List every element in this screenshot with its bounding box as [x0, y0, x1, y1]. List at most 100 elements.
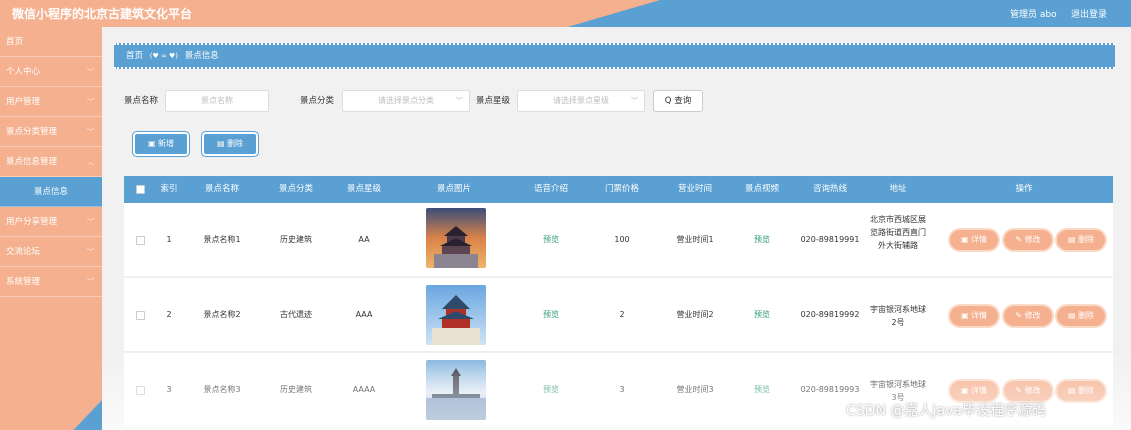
- sidebar-item-label: 系统管理: [6, 277, 41, 287]
- edit-button[interactable]: ✎ 修改: [1004, 381, 1052, 401]
- delete-label: 删除: [1078, 386, 1095, 395]
- sidebar-item-label: 景点信息管理: [6, 157, 58, 167]
- name-label: 景点名称: [124, 96, 159, 106]
- sidebar-item-attraction-info[interactable]: 景点信息: [0, 177, 102, 207]
- col-video: 景点视频: [744, 184, 779, 194]
- delete-button[interactable]: ▤ 删除: [204, 134, 256, 154]
- row-delete-button[interactable]: ▤ 删除: [1057, 306, 1105, 326]
- delete-label: 删除: [1078, 235, 1095, 244]
- breadcrumb-current: 景点信息: [184, 51, 219, 61]
- sidebar-item-personal-center[interactable]: 个人中心 ﹀: [0, 57, 102, 87]
- name-search-input[interactable]: 景点名称: [165, 90, 269, 112]
- audio-preview-link[interactable]: 预览: [521, 385, 581, 395]
- row-checkbox[interactable]: [136, 236, 145, 245]
- breadcrumb: 首页 (♥ ∞ ♥) 景点信息: [114, 43, 1115, 69]
- row-checkbox[interactable]: [136, 311, 145, 320]
- sidebar-item-label: 个人中心: [6, 67, 41, 77]
- attraction-table: 索引 景点名称 景点分类 景点星级 景点图片 语音介绍 门票价格 营业时间 景点…: [124, 176, 1113, 427]
- detail-icon: ▣: [960, 235, 969, 244]
- detail-icon: ▣: [960, 311, 969, 320]
- heart-separator-icon: (♥ ∞ ♥): [149, 52, 179, 60]
- row-delete-button[interactable]: ▤ 删除: [1057, 381, 1105, 401]
- name-placeholder: 景点名称: [201, 96, 233, 105]
- logout-link[interactable]: 退出登录: [1071, 7, 1107, 20]
- sidebar-item-label: 交流论坛: [6, 247, 41, 257]
- cell-hours: 营业时间3: [676, 385, 714, 394]
- col-hours: 营业时间: [677, 184, 712, 194]
- top-header: 微信小程序的北京古建筑文化平台 管理员 abo 退出登录: [0, 0, 1131, 27]
- chevron-down-icon: ﹀: [87, 278, 94, 286]
- category-select[interactable]: 请选择景点分类 ﹀: [342, 90, 470, 112]
- sidebar-item-attraction-management[interactable]: 景点信息管理 ︿: [0, 147, 102, 177]
- main-content: 首页 (♥ ∞ ♥) 景点信息 景点名称 景点名称 景点分类 请选择景点分类 ﹀ …: [102, 27, 1131, 430]
- add-button[interactable]: ▣ 新增: [135, 134, 187, 154]
- video-preview-link[interactable]: 预览: [732, 310, 792, 320]
- detail-button[interactable]: ▣ 详情: [950, 381, 998, 401]
- chevron-down-icon: ﹀: [87, 128, 94, 136]
- edit-button[interactable]: ✎ 修改: [1004, 230, 1052, 250]
- cell-index: 2: [166, 310, 172, 319]
- select-all-checkbox[interactable]: [136, 185, 145, 194]
- cell-rating: AA: [358, 235, 370, 244]
- sidebar-item-system[interactable]: 系统管理 ﹀: [0, 267, 102, 297]
- add-label: 新增: [158, 139, 175, 148]
- cell-address: 北京市西城区展览路街道西直门外大街辅路: [870, 215, 926, 250]
- cell-address: 宇宙银河系地球2号: [870, 305, 926, 327]
- attraction-image: [426, 360, 486, 420]
- query-button[interactable]: Q 查询: [653, 90, 703, 112]
- sidebar-item-user-share[interactable]: 用户分享管理 ﹀: [0, 207, 102, 237]
- sidebar-item-label: 首页: [6, 37, 24, 47]
- cell-name: 景点名称3: [203, 385, 241, 394]
- chevron-down-icon: ﹀: [631, 97, 638, 105]
- sidebar-item-forum[interactable]: 交流论坛 ﹀: [0, 237, 102, 267]
- cell-category: 古代遗迹: [280, 310, 312, 319]
- cell-name: 景点名称2: [203, 310, 241, 319]
- sidebar-item-category-management[interactable]: 景点分类管理 ﹀: [0, 117, 102, 147]
- edit-label: 修改: [1024, 235, 1041, 244]
- trash-icon: ▤: [216, 139, 225, 148]
- table-header: 索引 景点名称 景点分类 景点星级 景点图片 语音介绍 门票价格 营业时间 景点…: [124, 176, 1113, 203]
- cell-rating: AAA: [355, 310, 373, 319]
- sidebar: 首页 个人中心 ﹀ 用户管理 ﹀ 景点分类管理 ﹀ 景点信息管理 ︿ 景点信息 用户分享…: [0, 27, 102, 430]
- rating-select[interactable]: 请选择景点星级 ﹀: [517, 90, 645, 112]
- row-delete-button[interactable]: ▤ 删除: [1057, 230, 1105, 250]
- cell-category: 历史建筑: [280, 235, 312, 244]
- chevron-down-icon: ﹀: [87, 68, 94, 76]
- breadcrumb-home[interactable]: 首页: [126, 51, 143, 61]
- edit-icon: ✎: [1015, 386, 1023, 395]
- rating-placeholder: 请选择景点星级: [553, 96, 609, 105]
- col-operations: 操作: [1015, 184, 1033, 194]
- watermark: CSDN @嘉人Java毕设程序源码: [846, 403, 1046, 419]
- trash-icon: ▤: [1067, 311, 1076, 320]
- admin-user[interactable]: 管理员 abo: [1010, 7, 1057, 20]
- edit-icon: ✎: [1015, 311, 1023, 320]
- detail-icon: ▣: [960, 386, 969, 395]
- detail-button[interactable]: ▣ 详情: [950, 230, 998, 250]
- sidebar-item-home[interactable]: 首页: [0, 27, 102, 57]
- col-name: 景点名称: [204, 184, 239, 194]
- chevron-down-icon: ﹀: [87, 218, 94, 226]
- chevron-down-icon: ﹀: [456, 97, 463, 105]
- row-checkbox[interactable]: [136, 386, 145, 395]
- col-index: 索引: [160, 184, 178, 194]
- sidebar-item-label: 景点分类管理: [6, 127, 58, 137]
- detail-button[interactable]: ▣ 详情: [950, 306, 998, 326]
- audio-preview-link[interactable]: 预览: [521, 235, 581, 245]
- detail-label: 详情: [971, 311, 988, 320]
- cell-price: 3: [619, 385, 625, 394]
- sidebar-item-user-management[interactable]: 用户管理 ﹀: [0, 87, 102, 117]
- cell-price: 100: [614, 235, 630, 244]
- sidebar-corner-accent: [73, 400, 102, 430]
- cell-phone: 020-89819991: [800, 235, 860, 244]
- audio-preview-link[interactable]: 预览: [521, 310, 581, 320]
- cell-phone: 020-89819993: [800, 385, 860, 394]
- col-image: 景点图片: [436, 184, 471, 194]
- edit-button[interactable]: ✎ 修改: [1004, 306, 1052, 326]
- cell-hours: 营业时间2: [676, 310, 714, 319]
- cell-category: 历史建筑: [280, 385, 312, 394]
- video-preview-link[interactable]: 预览: [732, 385, 792, 395]
- cell-hours: 营业时间1: [676, 235, 714, 244]
- video-preview-link[interactable]: 预览: [732, 235, 792, 245]
- sidebar-item-label: 用户管理: [6, 97, 41, 107]
- category-placeholder: 请选择景点分类: [378, 96, 434, 105]
